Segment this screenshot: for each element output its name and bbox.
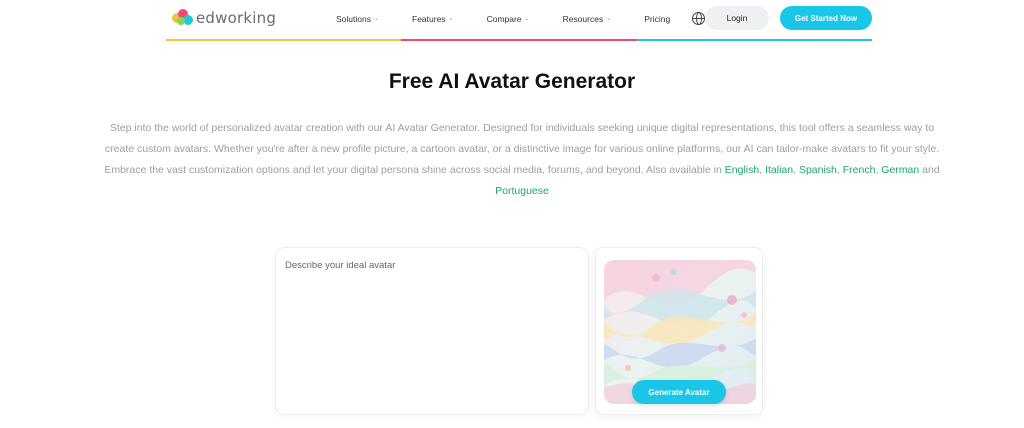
login-button[interactable]: Login: [705, 6, 769, 30]
accent-cyan: [636, 39, 872, 41]
nav-solutions[interactable]: Solutions ⌄: [336, 14, 379, 24]
accent-pink: [401, 39, 637, 41]
lang-link-german[interactable]: German: [881, 164, 919, 176]
lang-link-french[interactable]: French: [843, 164, 876, 176]
chevron-down-icon: ⌄: [606, 16, 612, 22]
nav-label: Features: [412, 13, 446, 24]
nav-label: Resources: [562, 13, 604, 24]
page-description: Step into the world of personalized avat…: [104, 122, 940, 197]
nav-features[interactable]: Features ⌄: [412, 14, 454, 24]
get-started-button[interactable]: Get Started Now: [780, 6, 872, 30]
chevron-down-icon: ⌄: [448, 16, 454, 22]
nav-label: Compare: [486, 13, 522, 24]
nav-pricing[interactable]: Pricing: [644, 14, 670, 24]
lang-link-english[interactable]: English: [725, 164, 759, 176]
chevron-down-icon: ⌄: [524, 16, 530, 22]
generate-avatar-button[interactable]: Generate Avatar: [632, 380, 726, 404]
page-title: Free AI Avatar Generator: [388, 70, 636, 93]
lang-link-portuguese[interactable]: Portuguese: [495, 185, 549, 197]
nav-label: Pricing: [644, 13, 671, 24]
nav-compare[interactable]: Compare ⌄: [487, 14, 530, 24]
header-accent-bar: [166, 39, 872, 41]
edworking-logo[interactable]: edworking: [172, 8, 276, 28]
globe-icon[interactable]: [692, 12, 706, 25]
lang-link-italian[interactable]: Italian: [765, 164, 793, 176]
accent-yellow: [166, 39, 402, 41]
avatar-prompt-input[interactable]: [276, 248, 588, 414]
main-nav: Solutions ⌄ Features ⌄ Compare ⌄ Resourc…: [336, 12, 728, 25]
site-header: edworking Solutions ⌄ Features ⌄ Compare…: [166, 0, 872, 42]
chevron-down-icon: ⌄: [373, 16, 379, 22]
lang-link-spanish[interactable]: Spanish: [799, 164, 837, 176]
nav-label: Solutions: [336, 13, 371, 24]
logo-mark-icon: [172, 9, 194, 27]
nav-resources[interactable]: Resources ⌄: [563, 14, 612, 24]
avatar-prompt-card: [275, 247, 589, 415]
logo-text: edworking: [196, 9, 277, 27]
